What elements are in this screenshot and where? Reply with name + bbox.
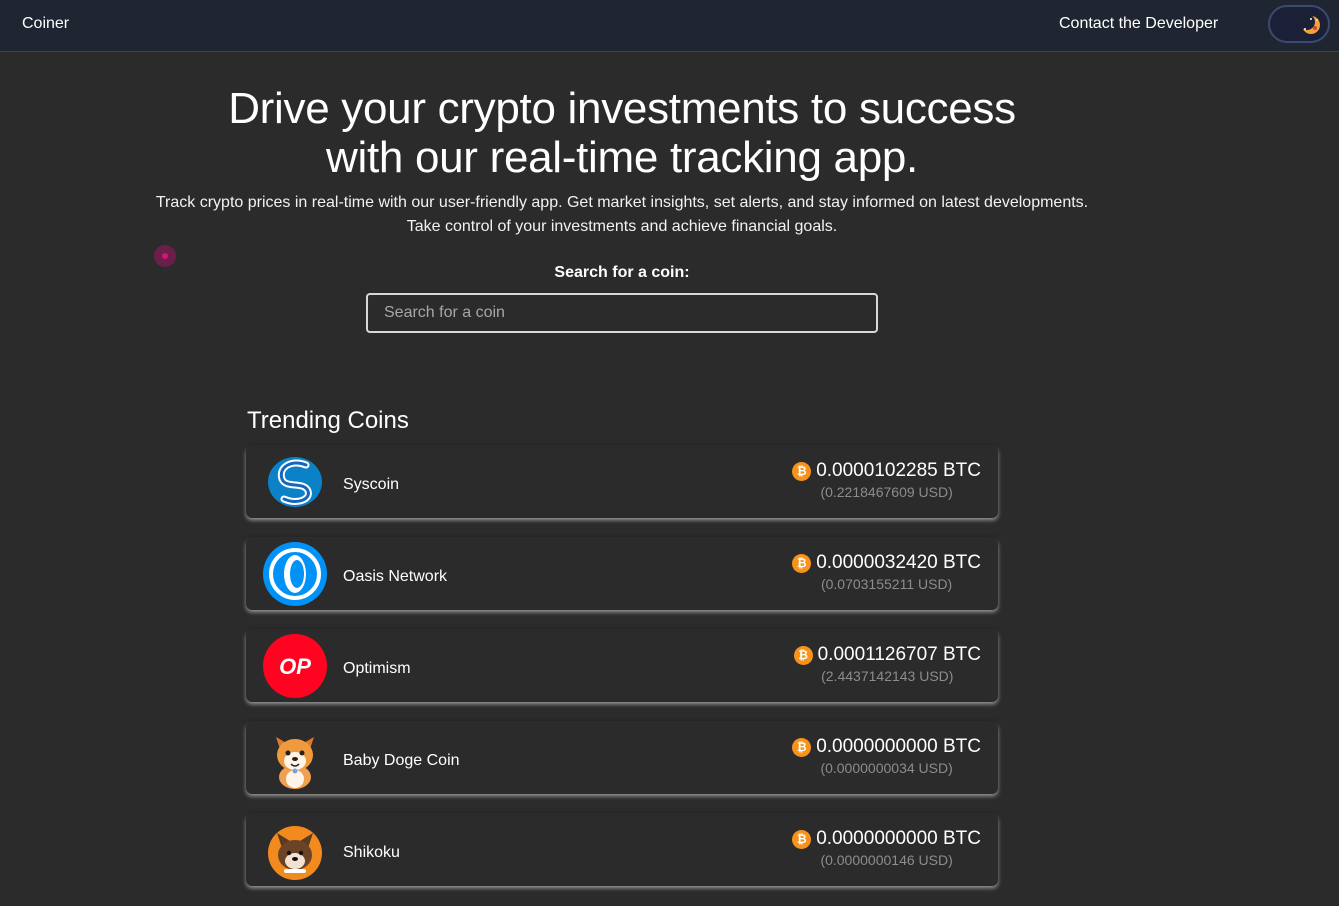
coin-name: Optimism [343,660,411,677]
baby-doge-logo-icon [276,737,314,789]
optimism-logo-text: OP [279,654,311,679]
oasis-network-logo-icon [263,542,327,606]
coin-name: Syscoin [343,476,400,493]
brand-link[interactable]: Coiner [22,15,69,33]
coin-usd-price: (2.4437142143 USD) [821,668,954,684]
coin-price: ₿ 0.0000032420 BTC (0.0703155211 USD) [792,551,981,593]
navbar: Coiner Contact the Developer [0,0,1339,52]
coin-price: ₿ 0.0000102285 BTC (0.2218467609 USD) [792,459,981,501]
coin-price: ₿ 0.0001126707 BTC (2.4437142143 USD) [793,643,981,685]
coin-btc-price: 0.0000102285 BTC [816,460,981,481]
shikoku-logo-icon [268,826,322,880]
coin-price: ₿ 0.0000000000 BTC (0.0000000146 USD) [792,827,981,869]
coin-btc-price: 0.0000000000 BTC [816,736,981,757]
hero-title-line1: Drive your crypto investments to success [228,84,1016,133]
trending-coin-list: Syscoin ₿ 0.0000102285 BTC (0.2218467609… [246,446,998,906]
hero-subtitle-line2: Take control of your investments and ach… [406,218,838,235]
search-input[interactable] [366,293,878,333]
coin-name: Baby Doge Coin [343,752,460,769]
coin-name: Shikoku [343,844,400,861]
trending-coins-heading: Trending Coins [247,407,409,434]
hero-title: Drive your crypto investments to success… [0,84,1244,182]
theme-toggle-button[interactable] [1268,5,1330,43]
bitcoin-icon: ₿ [792,553,812,573]
search-label: Search for a coin: [554,264,690,281]
bitcoin-icon: ₿ [792,461,812,481]
coin-card-shikoku[interactable]: Shikoku ₿ 0.0000000000 BTC (0.0000000146… [246,814,998,886]
coin-card-baby-doge-coin[interactable]: Baby Doge Coin ₿ 0.0000000000 BTC (0.000… [246,722,998,794]
optimism-logo-icon: OP [263,634,327,698]
hero-subtitle-line1: Track crypto prices in real-time with ou… [155,194,1089,211]
coin-card-syscoin[interactable]: Syscoin ₿ 0.0000102285 BTC (0.2218467609… [246,446,998,518]
coin-price: ₿ 0.0000000000 BTC (0.0000000034 USD) [792,735,981,777]
coin-usd-price: (0.0000000146 USD) [820,852,953,868]
syscoin-logo-icon [268,457,322,507]
moon-icon [1300,14,1320,34]
coin-name: Oasis Network [343,568,448,585]
coin-usd-price: (0.2218467609 USD) [820,484,953,500]
coin-card-oasis-network[interactable]: Oasis Network ₿ 0.0000032420 BTC (0.0703… [246,538,998,610]
coin-btc-price: 0.0000032420 BTC [816,552,981,573]
coin-btc-price: 0.0000000000 BTC [816,828,981,849]
bitcoin-icon: ₿ [793,645,813,665]
coin-btc-price: 0.0001126707 BTC [817,644,981,665]
bitcoin-icon: ₿ [792,737,812,757]
hero-title-line2: with our real-time tracking app. [326,133,918,182]
hero-subtitle: Track crypto prices in real-time with ou… [0,191,1244,239]
contact-developer-link[interactable]: Contact the Developer [1059,15,1218,33]
coin-usd-price: (0.0703155211 USD) [820,576,953,592]
coin-card-optimism[interactable]: OP Optimism ₿ 0.0001126707 BTC (2.443714… [246,630,998,702]
bitcoin-icon: ₿ [792,829,812,849]
coin-usd-price: (0.0000000034 USD) [820,760,953,776]
